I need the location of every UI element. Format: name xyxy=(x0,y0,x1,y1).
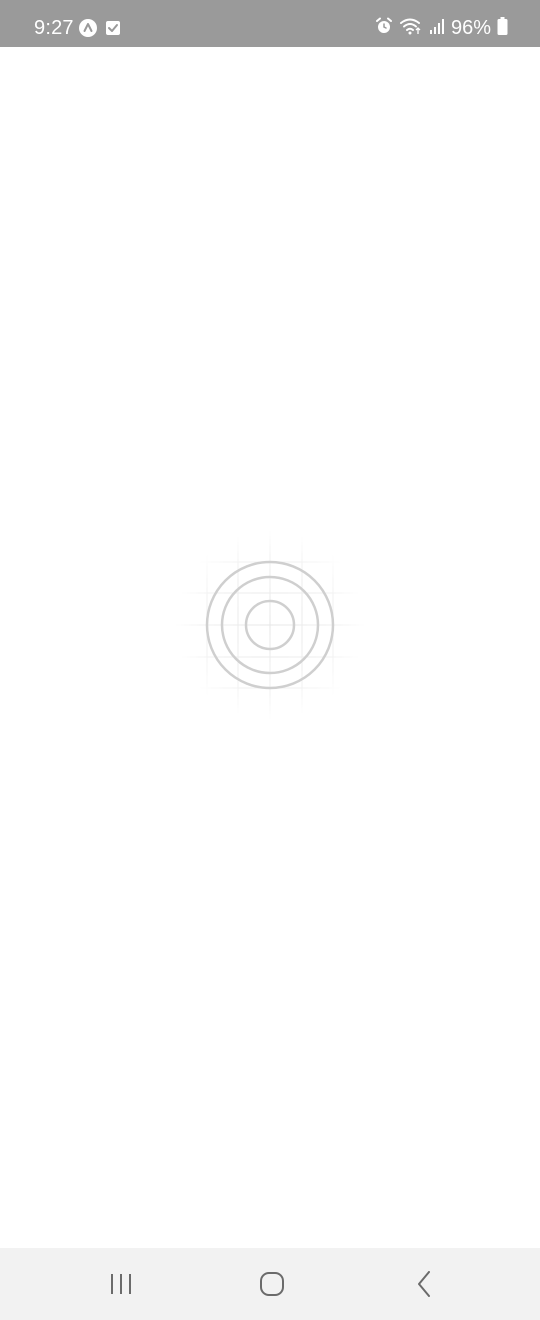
back-icon xyxy=(418,1271,430,1297)
main-content xyxy=(0,47,540,1248)
status-right-icons: 96% xyxy=(375,16,508,40)
signal-icon xyxy=(429,17,445,40)
status-left-icons xyxy=(79,19,121,42)
home-button[interactable] xyxy=(242,1266,302,1302)
auto-sync-icon xyxy=(79,19,97,42)
back-button[interactable] xyxy=(394,1266,454,1302)
task-check-icon xyxy=(105,20,121,41)
loading-indicator xyxy=(175,530,365,720)
status-bar: 9:27 96% xyxy=(0,0,540,47)
navigation-bar xyxy=(0,1248,540,1320)
wifi-icon xyxy=(399,17,423,40)
app-screen: 9:27 96% xyxy=(0,0,540,1320)
home-icon xyxy=(260,1272,284,1296)
recents-icon xyxy=(111,1274,131,1294)
recents-button[interactable] xyxy=(91,1266,151,1302)
status-time: 9:27 xyxy=(34,17,74,39)
target-rings-icon xyxy=(175,530,365,720)
battery-percentage: 96% xyxy=(450,17,491,39)
battery-icon xyxy=(497,16,508,40)
alarm-icon xyxy=(375,17,393,40)
